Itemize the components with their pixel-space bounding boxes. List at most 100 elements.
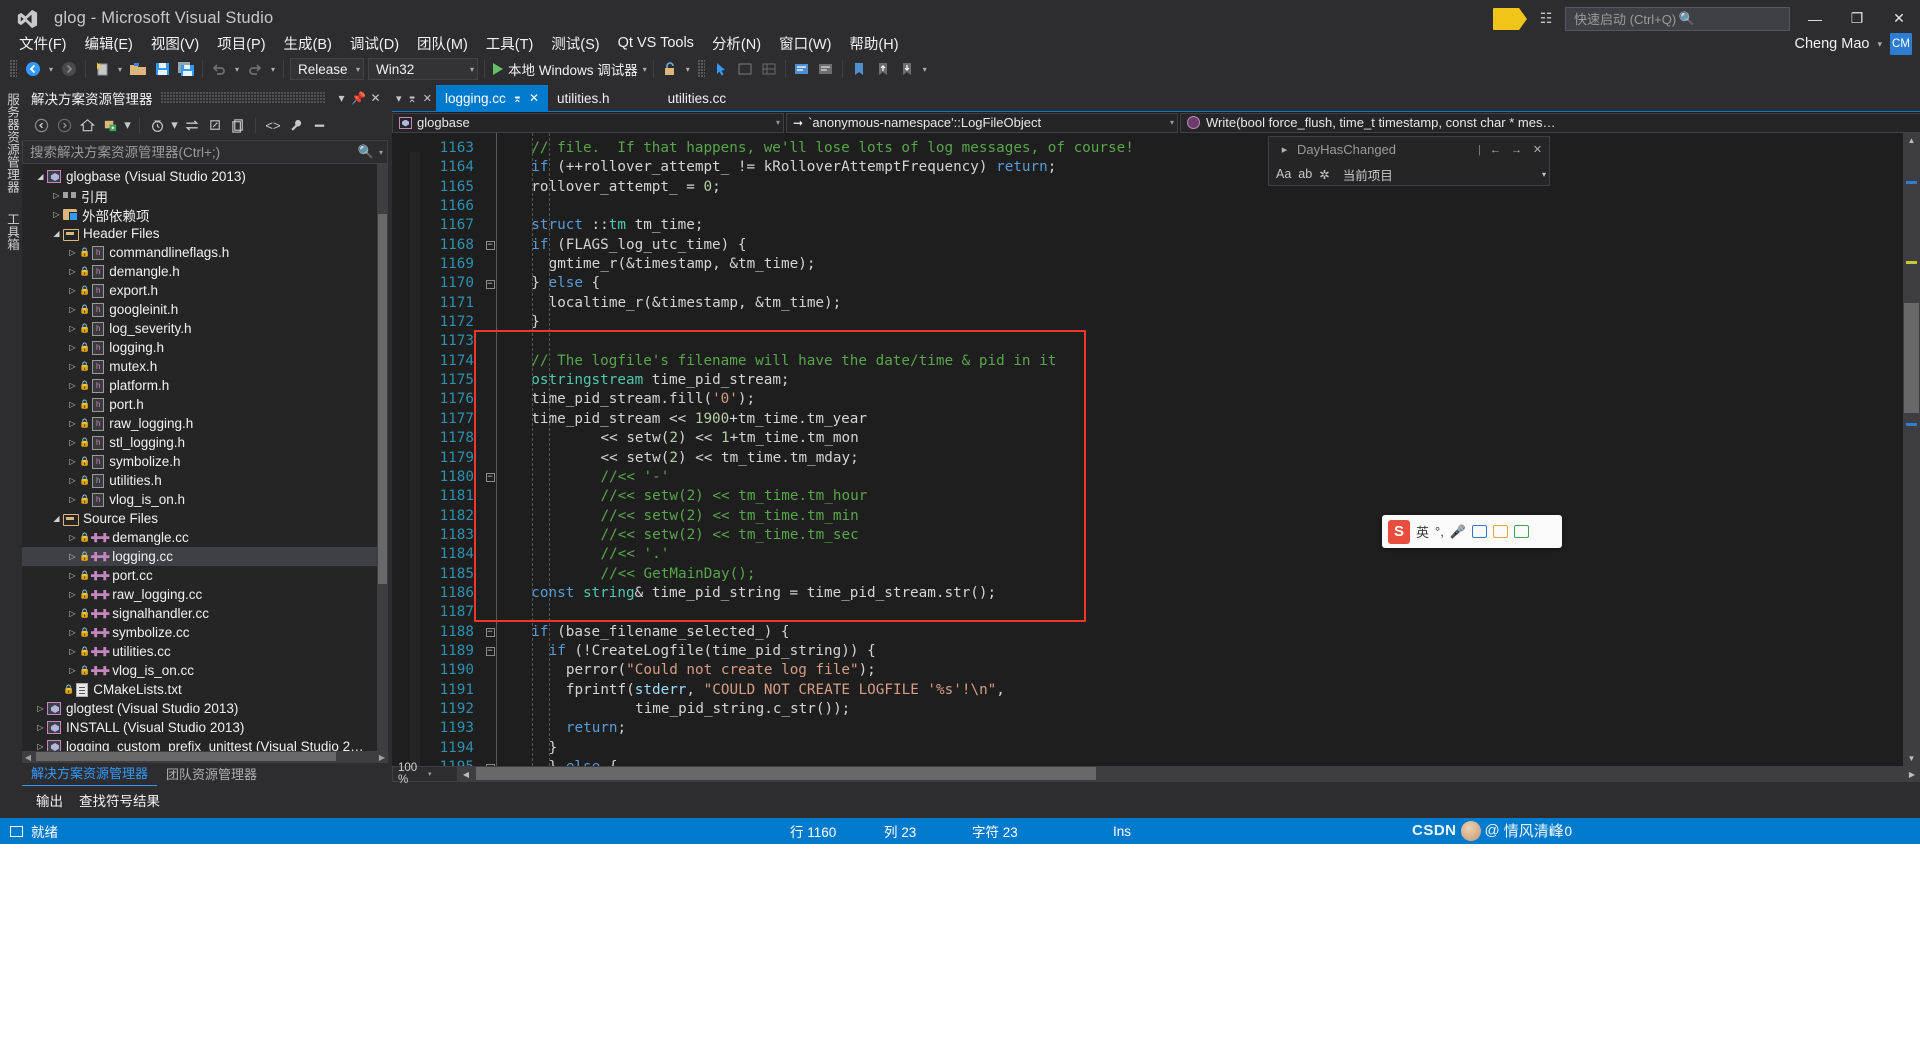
- collapse-arrow-icon[interactable]: ▷: [66, 609, 79, 618]
- editor-vscrollbar[interactable]: ▲ ▼: [1903, 133, 1920, 766]
- collapse-arrow-icon[interactable]: ▷: [66, 267, 79, 276]
- tree-item[interactable]: ▷ glogtest (Visual Studio 2013): [22, 699, 388, 718]
- editor-hscrollbar[interactable]: ◀ ▶: [392, 766, 1920, 782]
- collapse-arrow-icon[interactable]: ▷: [66, 552, 79, 561]
- pending-changes-icon[interactable]: [146, 114, 168, 136]
- pin-icon[interactable]: ⌆: [513, 92, 522, 105]
- panel-tab-find-symbol-results[interactable]: 查找符号结果: [79, 790, 160, 810]
- code-line[interactable]: 1190 perror("Could not create log file");: [392, 661, 1920, 680]
- tree-item[interactable]: ▷ 🔒 ✚✚ utilities.cc: [22, 642, 388, 661]
- tree-item[interactable]: ▷ 🔒 ✚✚ symbolize.cc: [22, 623, 388, 642]
- code-line[interactable]: 1191 fprintf(stderr, "COULD NOT CREATE LO…: [392, 681, 1920, 700]
- collapse-arrow-icon[interactable]: ▷: [66, 571, 79, 580]
- code-line[interactable]: 1185 //<< GetMainDay();: [392, 565, 1920, 584]
- tree-item[interactable]: ▷ 🔒 h symbolize.h: [22, 452, 388, 471]
- toolbox-icon[interactable]: [1493, 525, 1509, 538]
- tree-item[interactable]: ▷ 🔒 h demangle.h: [22, 262, 388, 281]
- code-line[interactable]: 1193 return;: [392, 719, 1920, 738]
- use-regex-toggle[interactable]: ✲: [1319, 167, 1329, 182]
- collapse-region-icon[interactable]: −: [484, 642, 496, 661]
- code-line[interactable]: 1166: [392, 197, 1920, 216]
- start-debugging-button[interactable]: 本地 Windows 调试器 ▾: [489, 58, 649, 80]
- collapse-all-icon[interactable]: [204, 114, 226, 136]
- scrollbar-thumb[interactable]: [378, 214, 387, 584]
- chevron-down-icon[interactable]: ▾: [1877, 39, 1882, 50]
- collapse-arrow-icon[interactable]: ▷: [66, 381, 79, 390]
- code-line[interactable]: 1179 << setw(2) << tm_time.tm_mday;: [392, 449, 1920, 468]
- code-line[interactable]: 1189− if (!CreateLogfile(time_pid_string)…: [392, 642, 1920, 661]
- feedback-flag-icon[interactable]: [1493, 7, 1527, 30]
- collapse-arrow-icon[interactable]: ▷: [66, 628, 79, 637]
- uncomment-block-icon[interactable]: [814, 58, 838, 80]
- tree-item[interactable]: ▷ 🔒 h log_severity.h: [22, 319, 388, 338]
- chevron-down-icon[interactable]: ▾: [423, 770, 457, 778]
- editor-tab-utilities-h[interactable]: utilities.h: [548, 85, 619, 111]
- undo-dropdown-icon[interactable]: ▾: [231, 65, 243, 74]
- close-button[interactable]: ✕: [1878, 4, 1920, 34]
- menu-item-qt-vs-tools[interactable]: Qt VS Tools: [609, 33, 703, 53]
- code-line[interactable]: 1181 //<< setw(2) << tm_time.tm_hour: [392, 487, 1920, 506]
- close-icon[interactable]: ✕: [367, 91, 384, 105]
- toolbar-grip[interactable]: [10, 60, 17, 78]
- tree-item[interactable]: ▷ 外部依赖项: [22, 205, 388, 224]
- pin-icon[interactable]: 📌: [350, 91, 367, 105]
- collapse-region-icon[interactable]: −: [484, 468, 496, 487]
- collapse-arrow-icon[interactable]: ▷: [66, 400, 79, 409]
- menu-item-window[interactable]: 窗口(W): [770, 31, 840, 56]
- solution-tree-vscrollbar[interactable]: [377, 164, 388, 751]
- code-line[interactable]: 1164 if (++rollover_attempt_ != kRollover…: [392, 158, 1920, 177]
- properties-wrench-icon[interactable]: [285, 114, 307, 136]
- tree-item[interactable]: ▷ INSTALL (Visual Studio 2013): [22, 718, 388, 737]
- collapse-arrow-icon[interactable]: ▷: [66, 590, 79, 599]
- collapse-arrow-icon[interactable]: ▷: [34, 723, 47, 732]
- collapse-arrow-icon[interactable]: ▷: [66, 324, 79, 333]
- window-layout-icon[interactable]: [733, 58, 757, 80]
- code-line[interactable]: 1176 time_pid_stream.fill('0');: [392, 390, 1920, 409]
- punctuation-icon[interactable]: °,: [1435, 524, 1444, 539]
- collapse-arrow-icon[interactable]: ▷: [66, 438, 79, 447]
- expand-arrow-icon[interactable]: ◢: [34, 172, 47, 181]
- code-line[interactable]: 1186 const string& time_pid_string = time…: [392, 584, 1920, 603]
- match-case-toggle[interactable]: Aa: [1276, 167, 1291, 181]
- collapse-region-icon[interactable]: −: [484, 623, 496, 642]
- scrollbar-thumb[interactable]: [1904, 303, 1919, 413]
- tree-item[interactable]: ▷ 🔒 ✚✚ demangle.cc: [22, 528, 388, 547]
- preview-icon[interactable]: [308, 114, 330, 136]
- chevron-down-icon[interactable]: ▾: [643, 65, 647, 74]
- scroll-left-icon[interactable]: ◀: [458, 766, 474, 782]
- solution-tree[interactable]: ◢ glogbase (Visual Studio 2013) ▷ 引用 ▷ 外部依赖项 ◢…: [22, 164, 388, 751]
- search-input[interactable]: [30, 144, 358, 160]
- code-line[interactable]: 1180− //<< '-': [392, 468, 1920, 487]
- tree-item[interactable]: ▷ 🔒 h mutex.h: [22, 357, 388, 376]
- collapse-arrow-icon[interactable]: ▷: [50, 191, 63, 200]
- redo-icon[interactable]: [243, 58, 267, 80]
- code-line[interactable]: 1182 //<< setw(2) << tm_time.tm_min: [392, 507, 1920, 526]
- minimize-button[interactable]: —: [1794, 4, 1836, 34]
- collapse-region-icon[interactable]: −: [484, 274, 496, 293]
- ime-mode-label[interactable]: 英: [1416, 522, 1429, 541]
- quick-launch-input[interactable]: 快速启动 (Ctrl+Q) 🔍: [1565, 6, 1790, 31]
- menu-item-help[interactable]: 帮助(H): [840, 31, 907, 56]
- tree-item[interactable]: ▷ 🔒 ✚✚ signalhandler.cc: [22, 604, 388, 623]
- menu-item-view[interactable]: 视图(V): [142, 31, 208, 56]
- avatar[interactable]: CM: [1890, 33, 1912, 55]
- find-input[interactable]: DayHasChanged: [1297, 142, 1474, 157]
- home-icon[interactable]: [76, 114, 98, 136]
- pointer-icon[interactable]: [709, 58, 733, 80]
- menu-item-analyze[interactable]: 分析(N): [703, 31, 770, 56]
- code-line[interactable]: 1183 //<< setw(2) << tm_time.tm_sec: [392, 526, 1920, 545]
- navbar-project-combo[interactable]: glogbase ▾: [392, 112, 784, 133]
- bookmark-icon[interactable]: [847, 58, 871, 80]
- collapse-arrow-icon[interactable]: ▷: [66, 647, 79, 656]
- chevron-down-icon[interactable]: ▾: [122, 114, 133, 136]
- notification-icon[interactable]: ☷: [1533, 7, 1559, 31]
- code-line[interactable]: 1163 // file. If that happens, we'll lose…: [392, 139, 1920, 158]
- menu-item-tools[interactable]: 工具(T): [477, 31, 543, 56]
- code-line[interactable]: 1177 time_pid_stream << 1900+tm_time.tm_y…: [392, 410, 1920, 429]
- save-all-icon[interactable]: [174, 58, 198, 80]
- code-line[interactable]: 1170−} else {: [392, 274, 1920, 293]
- collapse-arrow-icon[interactable]: ▷: [66, 476, 79, 485]
- close-icon[interactable]: ✕: [423, 92, 432, 105]
- panel-tab-output[interactable]: 输出: [36, 790, 63, 810]
- editor-zoom-combo[interactable]: 100 % ▾: [392, 762, 458, 786]
